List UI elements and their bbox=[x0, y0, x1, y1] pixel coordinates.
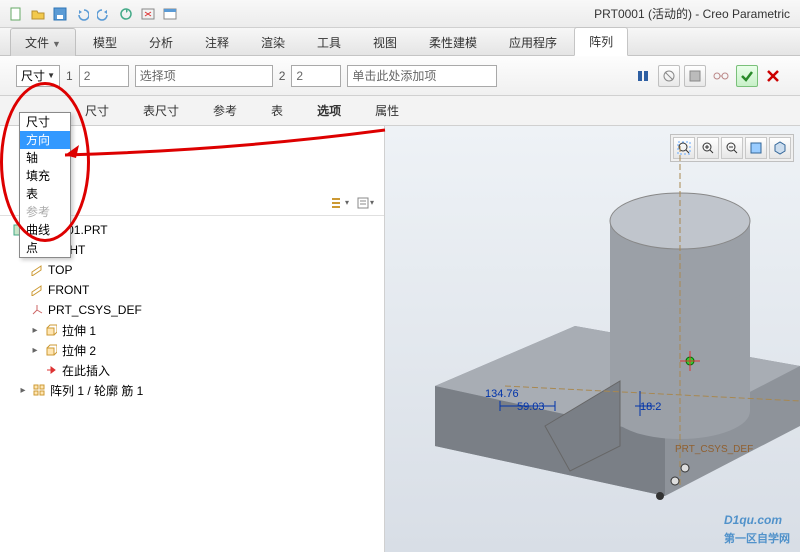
dir2-label: 2 bbox=[279, 69, 286, 83]
attach-preview-icon[interactable] bbox=[684, 65, 706, 87]
3d-scene bbox=[385, 126, 800, 552]
dropdown-option-point[interactable]: 点 bbox=[20, 239, 70, 257]
tab-apps[interactable]: 应用程序 bbox=[494, 28, 572, 56]
dropdown-option-axis[interactable]: 轴 bbox=[20, 149, 70, 167]
tree-item-csys[interactable]: PRT_CSYS_DEF bbox=[8, 300, 376, 320]
expand-icon[interactable]: ▸ bbox=[18, 385, 28, 396]
pattern-type-value: 尺寸 bbox=[21, 67, 45, 84]
ribbon-tabs: 文件▼ 模型 分析 注释 渲染 工具 视图 柔性建模 应用程序 阵列 bbox=[0, 28, 800, 56]
chevron-down-icon: ▼ bbox=[52, 39, 61, 49]
dir2-count-input[interactable]: 2 bbox=[291, 65, 341, 87]
dimension-d2[interactable]: 59.03 bbox=[517, 401, 545, 413]
extrude-icon bbox=[44, 343, 58, 357]
dimension-d3[interactable]: 18.2 bbox=[640, 401, 661, 413]
subtab-reference[interactable]: 参考 bbox=[198, 97, 252, 124]
subtab-options[interactable]: 选项 bbox=[302, 97, 356, 124]
pattern-type-combo[interactable]: 尺寸 ▼ bbox=[16, 65, 60, 87]
dropdown-option-fill[interactable]: 填充 bbox=[20, 167, 70, 185]
tab-pattern[interactable]: 阵列 bbox=[574, 27, 628, 56]
window-title: PRT0001 (活动的) - Creo Parametric bbox=[594, 5, 794, 22]
pattern-dashboard: 尺寸 ▼ 1 2 选择项 2 2 单击此处添加项 bbox=[0, 56, 800, 96]
glasses-icon[interactable] bbox=[710, 65, 732, 87]
ok-button[interactable] bbox=[736, 65, 758, 87]
extrude-icon bbox=[44, 323, 58, 337]
new-icon[interactable] bbox=[6, 4, 26, 24]
tab-view[interactable]: 视图 bbox=[358, 28, 412, 56]
pause-icon[interactable] bbox=[632, 65, 654, 87]
dir1-select-input[interactable]: 选择项 bbox=[135, 65, 273, 87]
dropdown-option-table[interactable]: 表 bbox=[20, 185, 70, 203]
tab-model[interactable]: 模型 bbox=[78, 28, 132, 56]
workspace: ▾ ▾ PRT0001.PRT RIGHT TOP FRONT PRT_ bbox=[0, 126, 800, 552]
cancel-button[interactable] bbox=[762, 65, 784, 87]
subtab-table[interactable]: 表 bbox=[256, 97, 298, 124]
dropdown-option-curve[interactable]: 曲线 bbox=[20, 221, 70, 239]
tree-item-front[interactable]: FRONT bbox=[8, 280, 376, 300]
tab-file[interactable]: 文件▼ bbox=[10, 28, 76, 56]
undo-icon[interactable] bbox=[72, 4, 92, 24]
subtab-table-dim[interactable]: 表尺寸 bbox=[128, 97, 194, 124]
subtab-dimension[interactable]: 尺寸 bbox=[70, 97, 124, 124]
no-preview-icon[interactable] bbox=[658, 65, 680, 87]
tree-item-top[interactable]: TOP bbox=[8, 260, 376, 280]
save-icon[interactable] bbox=[50, 4, 70, 24]
tree-settings-icon[interactable]: ▾ bbox=[354, 193, 376, 213]
dimension-d1[interactable]: 134.76 bbox=[485, 388, 519, 400]
tab-flex[interactable]: 柔性建模 bbox=[414, 28, 492, 56]
dropdown-option-direction[interactable]: 方向 bbox=[20, 131, 70, 149]
tab-annotate[interactable]: 注释 bbox=[190, 28, 244, 56]
tree-tools-icon[interactable]: ▾ bbox=[328, 193, 350, 213]
tree-item-insert-here[interactable]: 在此插入 bbox=[8, 360, 376, 380]
dashboard-subtabs: 尺寸 表尺寸 参考 表 选项 属性 bbox=[0, 96, 800, 126]
subtab-properties[interactable]: 属性 bbox=[360, 97, 414, 124]
pattern-icon bbox=[32, 383, 46, 397]
regenerate-icon[interactable] bbox=[116, 4, 136, 24]
dir2-click-input[interactable]: 单击此处添加项 bbox=[347, 65, 497, 87]
tab-analysis[interactable]: 分析 bbox=[134, 28, 188, 56]
tab-tools[interactable]: 工具 bbox=[302, 28, 356, 56]
3d-viewport[interactable]: 134.76 59.03 18.2 PRT_CSYS_DEF D1qu.com … bbox=[385, 126, 800, 552]
tree-item-pattern[interactable]: ▸ 阵列 1 / 轮廓 筋 1 bbox=[8, 380, 376, 400]
dropdown-option-dimension[interactable]: 尺寸 bbox=[20, 113, 70, 131]
dir1-count-input[interactable]: 2 bbox=[79, 65, 129, 87]
dropdown-option-reference: 参考 bbox=[20, 203, 70, 221]
csys-label: PRT_CSYS_DEF bbox=[675, 444, 753, 455]
window-icon[interactable] bbox=[160, 4, 180, 24]
tree-item-extrude2[interactable]: ▸ 拉伸 2 bbox=[8, 340, 376, 360]
expand-icon[interactable]: ▸ bbox=[30, 325, 40, 336]
open-icon[interactable] bbox=[28, 4, 48, 24]
plane-icon bbox=[30, 263, 44, 277]
expand-icon[interactable]: ▸ bbox=[30, 345, 40, 356]
tab-render[interactable]: 渲染 bbox=[246, 28, 300, 56]
dir1-label: 1 bbox=[66, 69, 73, 83]
plane-icon bbox=[30, 283, 44, 297]
close-window-icon[interactable] bbox=[138, 4, 158, 24]
insert-arrow-icon bbox=[44, 363, 58, 377]
watermark: D1qu.com 第一区自学网 bbox=[724, 504, 790, 546]
tree-item-extrude1[interactable]: ▸ 拉伸 1 bbox=[8, 320, 376, 340]
quick-access-toolbar: PRT0001 (活动的) - Creo Parametric bbox=[0, 0, 800, 28]
redo-icon[interactable] bbox=[94, 4, 114, 24]
csys-icon bbox=[30, 303, 44, 317]
pattern-type-dropdown: 尺寸 方向 轴 填充 表 参考 曲线 点 bbox=[19, 112, 71, 258]
chevron-down-icon: ▼ bbox=[47, 71, 55, 80]
